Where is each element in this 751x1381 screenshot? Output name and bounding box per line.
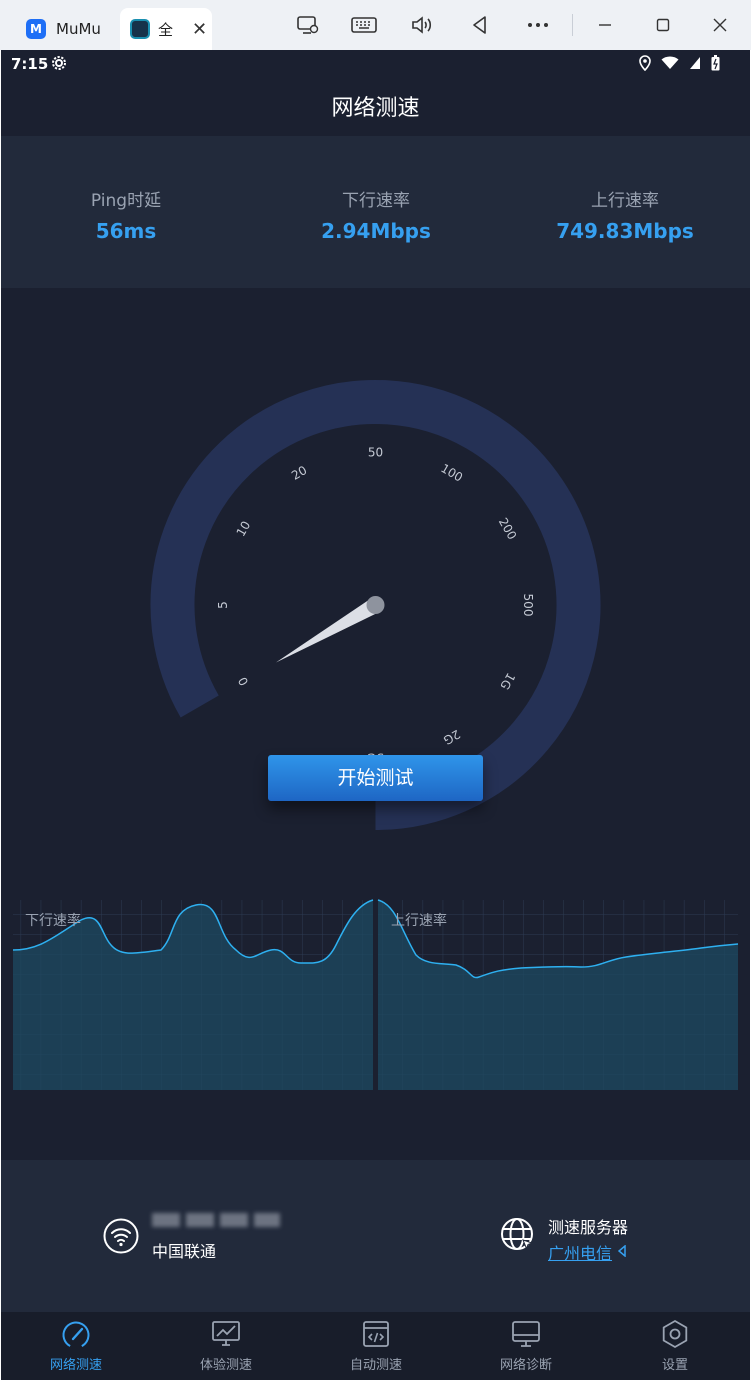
volume-icon[interactable] — [409, 13, 435, 37]
keyboard-icon[interactable] — [351, 13, 377, 37]
signal-icon — [689, 56, 701, 74]
start-test-button[interactable]: 开始测试 — [268, 755, 483, 801]
gauge-needle — [275, 596, 385, 663]
code-window-icon — [363, 1321, 389, 1347]
gauge-tick-label: 0 — [235, 674, 251, 688]
tab-mumu[interactable]: M MuMu — [14, 10, 114, 48]
server-value[interactable]: 广州电信 — [548, 1240, 612, 1264]
nav-item-experience-test[interactable]: 体验测速 — [151, 1318, 301, 1373]
upload-graph-label: 上行速率 — [391, 912, 447, 929]
location-icon — [639, 55, 651, 75]
gauge-tick-label: 10 — [234, 519, 254, 539]
tab-title: MuMu — [56, 20, 101, 38]
status-time: 7:15 — [11, 55, 49, 73]
download-graph: 下行速率 — [12, 899, 374, 1090]
mumu-app-icon: M — [26, 19, 46, 39]
nav-label: 网络测速 — [49, 1358, 102, 1373]
back-triangle-icon[interactable] — [467, 13, 493, 37]
toolbar-divider — [572, 14, 573, 36]
nav-item-network-diagnosis[interactable]: 网络诊断 — [451, 1318, 601, 1373]
close-icon[interactable] — [707, 13, 733, 37]
wifi-status-icon — [661, 56, 679, 74]
gauge-tick-label: 50 — [368, 446, 383, 460]
battery-icon — [711, 55, 720, 75]
nav-item-speed-test[interactable]: 网络测速 — [1, 1318, 151, 1373]
page-title: 网络测速 — [331, 96, 420, 121]
download-graph-label: 下行速率 — [25, 912, 81, 929]
gauge-tick-label: 1G — [497, 670, 518, 692]
bottom-navigation: 网络测速 体验测速 自动测速 网络诊断 设置 — [1, 1312, 750, 1380]
stat-download: 下行速率 2.94Mbps — [251, 186, 501, 243]
nav-label: 体验测速 — [199, 1358, 252, 1373]
gauge-tick-label: 20 — [289, 463, 309, 483]
screen-cast-icon[interactable] — [295, 13, 321, 37]
phone-screen: 7:15 网络测速 Ping时延 56ms 下行速率 2.94Mbps 上行速率… — [1, 50, 750, 1380]
stat-label: Ping时延 — [90, 191, 162, 211]
tab-title: 全 — [158, 20, 174, 39]
nav-label: 网络诊断 — [499, 1358, 552, 1373]
nav-label: 自动测速 — [349, 1358, 402, 1373]
network-info-panel: 中国联通 测速服务器 广州电信 — [1, 1160, 750, 1312]
stat-label: 下行速率 — [342, 191, 410, 211]
status-bar: 7:15 — [1, 50, 750, 78]
stat-value: 749.83Mbps — [556, 219, 694, 243]
carrier-name: 中国联通 — [152, 1242, 217, 1261]
caret-left-icon — [617, 1243, 626, 1260]
stat-value: 56ms — [95, 219, 157, 243]
globe-icon — [499, 1216, 537, 1258]
nav-item-auto-test[interactable]: 自动测速 — [301, 1318, 451, 1373]
upload-graph: 上行速率 — [377, 899, 739, 1090]
gauge-tick-label: 500 — [521, 594, 535, 617]
server-label: 测速服务器 — [548, 1218, 629, 1237]
monitor-icon — [512, 1321, 540, 1347]
stat-upload: 上行速率 749.83Mbps — [500, 186, 750, 243]
maximize-icon[interactable] — [650, 13, 676, 37]
stat-ping: Ping时延 56ms — [1, 186, 251, 243]
stat-label: 上行速率 — [591, 191, 659, 211]
settings-gear-icon — [51, 55, 67, 75]
speedometer-icon — [62, 1321, 90, 1349]
minimize-icon[interactable] — [592, 13, 618, 37]
gauge-tick-label: 2G — [441, 727, 463, 748]
chart-monitor-icon — [212, 1321, 240, 1346]
gauge-tick-label: 200 — [496, 515, 520, 542]
gauge-tick-label: 5 — [216, 601, 230, 609]
more-icon[interactable] — [525, 13, 551, 37]
tab-close-icon[interactable]: ✕ — [192, 19, 207, 40]
wifi-ssid-redacted — [152, 1213, 280, 1227]
nav-label: 设置 — [661, 1358, 688, 1373]
gauge-tick-label: 100 — [438, 461, 465, 485]
stats-panel: Ping时延 56ms 下行速率 2.94Mbps 上行速率 749.83Mbp… — [1, 136, 750, 288]
settings-hexagon-icon — [662, 1319, 688, 1349]
wifi-icon — [103, 1218, 139, 1258]
nav-item-settings[interactable]: 设置 — [600, 1318, 750, 1373]
stat-value: 2.94Mbps — [321, 219, 431, 243]
speed-graphs: 下行速率 上行速率 — [12, 899, 739, 1090]
window-titlebar: M MuMu 全 ✕ — [0, 0, 751, 50]
speedtest-app-icon — [130, 19, 150, 39]
tab-active-app[interactable]: 全 ✕ — [120, 8, 212, 50]
server-selector[interactable]: 广州电信 — [548, 1240, 626, 1264]
